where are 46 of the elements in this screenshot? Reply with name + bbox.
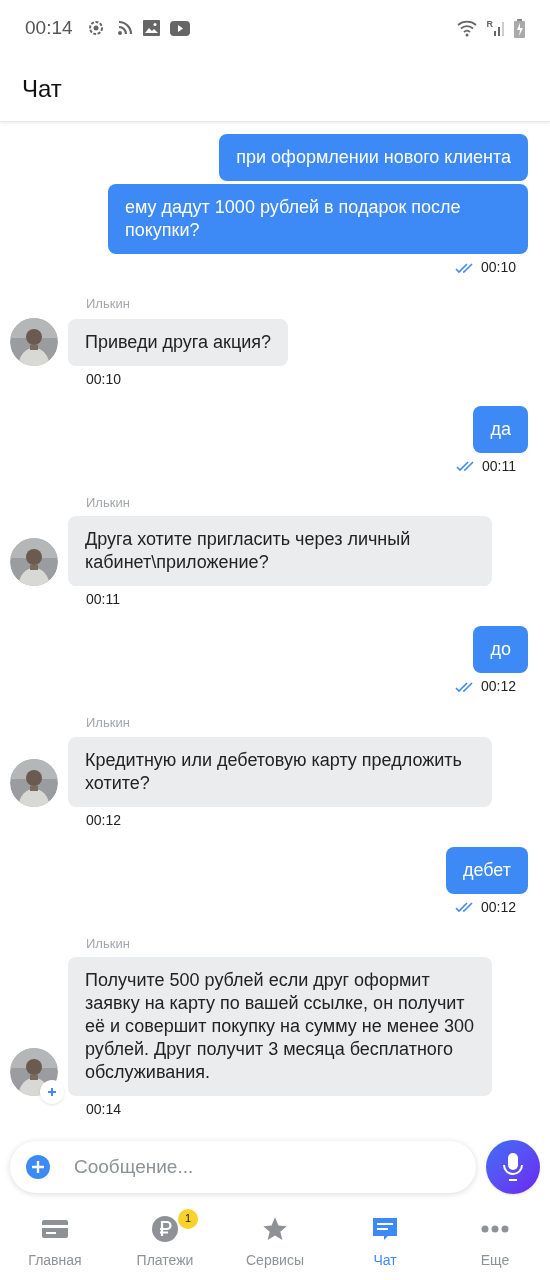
outgoing-message: ему дадут 1000 рублей в подарок после покупки? [108,184,528,254]
message-time: 00:10 [480,258,516,277]
header-title: Чат [22,73,62,104]
sender-name: Илькин [86,934,131,953]
message-field[interactable]: Сообщение... [10,1141,476,1193]
message-time: 00:12 [480,897,516,917]
nav-tab[interactable]: Главная [0,1204,110,1280]
outgoing-message: до [473,626,528,673]
battery-icon [514,18,525,38]
nav-tab[interactable]: 1 Платежи [110,1204,220,1280]
outgoing-message: дебет [445,846,528,894]
rss-icon [116,20,133,36]
message-input[interactable]: Сообщение... [74,1152,460,1182]
add-badge[interactable] [40,1080,64,1104]
wifi-icon [456,19,479,37]
play-icon [169,20,190,36]
sender-name: Илькин [86,493,131,512]
nav-tab[interactable]: Сервисы [220,1204,330,1280]
microphone-button[interactable] [486,1140,540,1194]
status-time: 00:14 [25,15,73,40]
image-icon [142,20,160,36]
incoming-message: Получите 500 рублей если друг оформит заявку на карту по вашей ссылке, он получит её и совершит покупку на сумму не менее 300 рублей. Друг получит 3 месяца бесплатного обслуживания. [68,957,492,1096]
ruble-icon [151,1214,179,1243]
message-time: 00:12 [86,810,123,830]
message-time: 00:10 [86,369,123,389]
nav-tab[interactable]: Чат [330,1204,440,1280]
message-time: 00:14 [86,1100,123,1119]
microphone-icon [502,1152,524,1182]
message-time: 00:11 [482,456,516,476]
sender-name: Илькин [86,295,131,313]
plus-icon [47,1087,57,1097]
incoming-message: Кредитную или дебетовую карту предложить хотите? [68,736,492,807]
incoming-message: Друга хотите пригласить через личный кабинет\приложение? [68,516,492,586]
signal-icon [494,20,506,36]
roaming-indicator: R [486,20,493,29]
sender-name: Илькин [86,714,131,732]
incoming-message: Приведи друга акция? [68,318,289,366]
add-icon[interactable] [26,1155,50,1179]
message-time: 00:11 [86,590,121,609]
outgoing-message: да [473,405,528,453]
nav-tab[interactable]: Еще [440,1204,550,1280]
notification-badge: 1 [178,1208,198,1229]
more-icon [481,1223,509,1234]
outgoing-message: при оформлении нового клиента [219,134,528,181]
message-time: 00:12 [480,677,516,696]
card-icon [41,1217,69,1240]
